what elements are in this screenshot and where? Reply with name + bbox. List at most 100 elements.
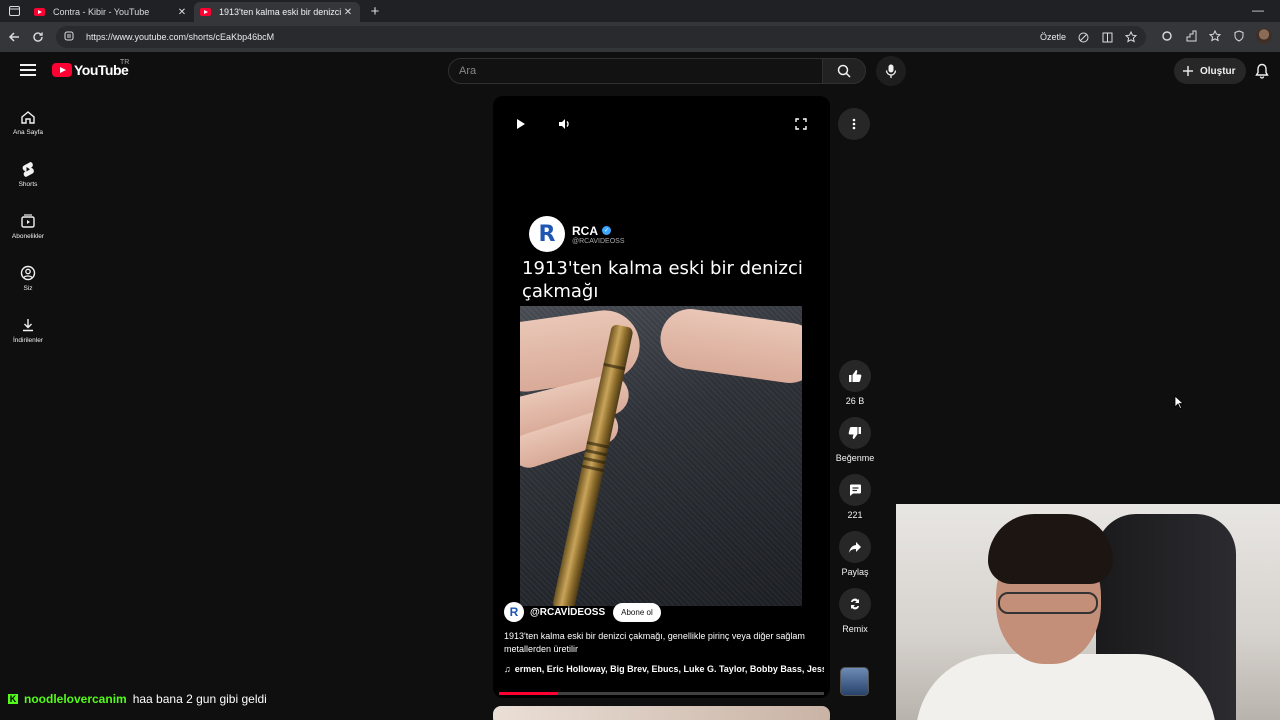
youtube-logo[interactable]: YouTube TR — [52, 59, 130, 78]
country-code: TR — [120, 59, 130, 66]
youtube-favicon-icon — [200, 8, 211, 16]
chat-username: noodlelovercanim — [24, 692, 127, 706]
comment-icon — [850, 484, 861, 496]
minimize-icon[interactable]: — — [1252, 3, 1264, 17]
verified-icon: ✓ — [602, 226, 611, 235]
kick-badge-icon: K — [8, 694, 18, 704]
guide-item-downloads[interactable]: İndirilenler — [0, 304, 56, 356]
mini-guide: Ana Sayfa Shorts Abonelikler Siz İndiril… — [0, 96, 56, 356]
action-bar: 26 B Beğenme 221 Paylaş Remix — [830, 360, 880, 645]
search-box — [448, 58, 824, 84]
more-options-button[interactable] — [838, 108, 870, 140]
mouse-cursor-icon — [1174, 395, 1185, 414]
guide-label: Ana Sayfa — [13, 128, 43, 136]
guide-label: Abonelikler — [11, 232, 45, 240]
rca-logo: R — [529, 216, 565, 252]
voice-search-button[interactable] — [876, 56, 906, 86]
fullscreen-icon — [795, 118, 807, 130]
overlay-channel-handle: @RCAVIDEOSS — [572, 237, 625, 245]
tab-actions-icon[interactable] — [0, 0, 28, 22]
create-button[interactable]: Oluştur — [1174, 58, 1246, 84]
notifications-icon[interactable] — [1255, 63, 1269, 84]
channel-avatar[interactable]: R — [504, 602, 524, 622]
home-icon — [21, 110, 35, 124]
reload-icon[interactable] — [26, 25, 50, 49]
profile-avatar[interactable] — [1256, 28, 1272, 44]
subscriptions-icon — [21, 213, 35, 228]
guide-item-home[interactable]: Ana Sayfa — [0, 96, 56, 148]
tab-close-icon[interactable]: ✕ — [176, 7, 188, 18]
music-credits[interactable]: ♫ ermen, Eric Holloway, Big Brev, Ebucs,… — [504, 664, 824, 674]
collections-icon[interactable] — [1208, 29, 1222, 43]
more-vertical-icon — [852, 118, 856, 130]
search-button[interactable] — [822, 58, 866, 84]
remix-label: Remix — [842, 624, 868, 634]
audio-source-thumbnail[interactable] — [840, 667, 869, 696]
progress-bar[interactable] — [499, 692, 824, 695]
youtube-play-logo-icon — [52, 63, 72, 77]
microphone-icon — [885, 64, 897, 78]
thumbs-up-icon — [849, 370, 862, 382]
chat-text: haa bana 2 gun gibi geldi — [132, 692, 267, 706]
comment-count: 221 — [847, 510, 863, 520]
url-text: https://www.youtube.com/shorts/cEaKbp46b… — [86, 32, 275, 42]
shield-icon[interactable] — [1232, 29, 1246, 43]
short-info: R @RCAVİDEOSS Abone ol 1913'ten kalma es… — [504, 602, 824, 674]
remix-icon — [851, 598, 859, 610]
browser-tab-bar: Contra - Kibir - YouTube ✕ 1913'ten kalm… — [0, 0, 1280, 22]
thumbs-down-icon — [848, 427, 861, 439]
dislike-label: Beğenme — [835, 453, 875, 463]
youtube-favicon-icon — [34, 8, 45, 16]
overlay-video-title: 1913'ten kalma eski bir denizci çakmağı — [522, 258, 803, 302]
shorts-player[interactable]: R RCA ✓ @RCAVIDEOSS 1913'ten kalma eski … — [493, 96, 830, 698]
address-bar[interactable]: https://www.youtube.com/shorts/cEaKbp46b… — [56, 26, 1146, 48]
guide-label: Shorts — [18, 180, 38, 188]
split-screen-icon[interactable] — [1100, 30, 1114, 44]
plus-icon — [1183, 66, 1193, 76]
like-button[interactable]: 26 B — [830, 360, 880, 406]
summarize-button[interactable]: Özetle — [1040, 32, 1066, 42]
favorite-star-icon[interactable] — [1124, 30, 1138, 44]
tab-title: Contra - Kibir - YouTube — [53, 7, 150, 17]
play-button[interactable] — [511, 116, 531, 132]
new-tab-icon[interactable]: + — [364, 3, 386, 20]
tab-close-icon[interactable]: ✕ — [342, 7, 354, 18]
channel-handle[interactable]: @RCAVİDEOSS — [530, 607, 605, 618]
comments-button[interactable]: 221 — [830, 474, 880, 520]
you-icon — [20, 265, 36, 280]
guide-item-shorts[interactable]: Shorts — [0, 148, 56, 200]
site-info-icon[interactable] — [64, 31, 78, 43]
guide-label: İndirilenler — [13, 336, 43, 344]
progress-fill — [499, 692, 558, 695]
menu-icon[interactable] — [20, 64, 36, 78]
stream-chat-message: K noodlelovercanim haa bana 2 gun gibi g… — [8, 692, 267, 706]
guide-item-subscriptions[interactable]: Abonelikler — [0, 200, 56, 252]
guide-item-you[interactable]: Siz — [0, 252, 56, 304]
guide-label: Siz — [23, 284, 33, 292]
shorts-icon — [22, 161, 34, 177]
short-description[interactable]: 1913'ten kalma eski bir denizci çakmağı,… — [504, 630, 824, 656]
extension-icon[interactable] — [1184, 29, 1198, 43]
like-count: 26 B — [845, 396, 865, 406]
create-label: Oluştur — [1200, 65, 1236, 77]
share-icon — [849, 542, 861, 553]
next-short-preview[interactable] — [493, 706, 830, 720]
back-icon[interactable] — [2, 25, 26, 49]
subscribe-button[interactable]: Abone ol — [613, 602, 661, 622]
search-input[interactable] — [449, 59, 823, 83]
refresh-extension-icon[interactable] — [1160, 29, 1174, 43]
remix-button[interactable]: Remix — [830, 588, 880, 634]
share-button[interactable]: Paylaş — [830, 531, 880, 577]
copilot-icon[interactable] — [1076, 30, 1090, 44]
fullscreen-button[interactable] — [791, 116, 811, 132]
tab-contra-kibir[interactable]: Contra - Kibir - YouTube ✕ — [28, 2, 194, 22]
dislike-button[interactable]: Beğenme — [830, 417, 880, 463]
volume-button[interactable] — [554, 116, 574, 132]
youtube-header: YouTube TR Oluştur — [0, 52, 1280, 90]
share-label: Paylaş — [841, 567, 869, 577]
overlay-channel-header: R RCA ✓ @RCAVIDEOSS — [529, 216, 625, 252]
volume-icon — [558, 119, 569, 129]
download-icon — [23, 318, 33, 331]
browser-toolbar: https://www.youtube.com/shorts/cEaKbp46b… — [0, 22, 1280, 52]
tab-active-short[interactable]: 1913'ten kalma eski bir denizci çakmağı … — [194, 2, 360, 22]
